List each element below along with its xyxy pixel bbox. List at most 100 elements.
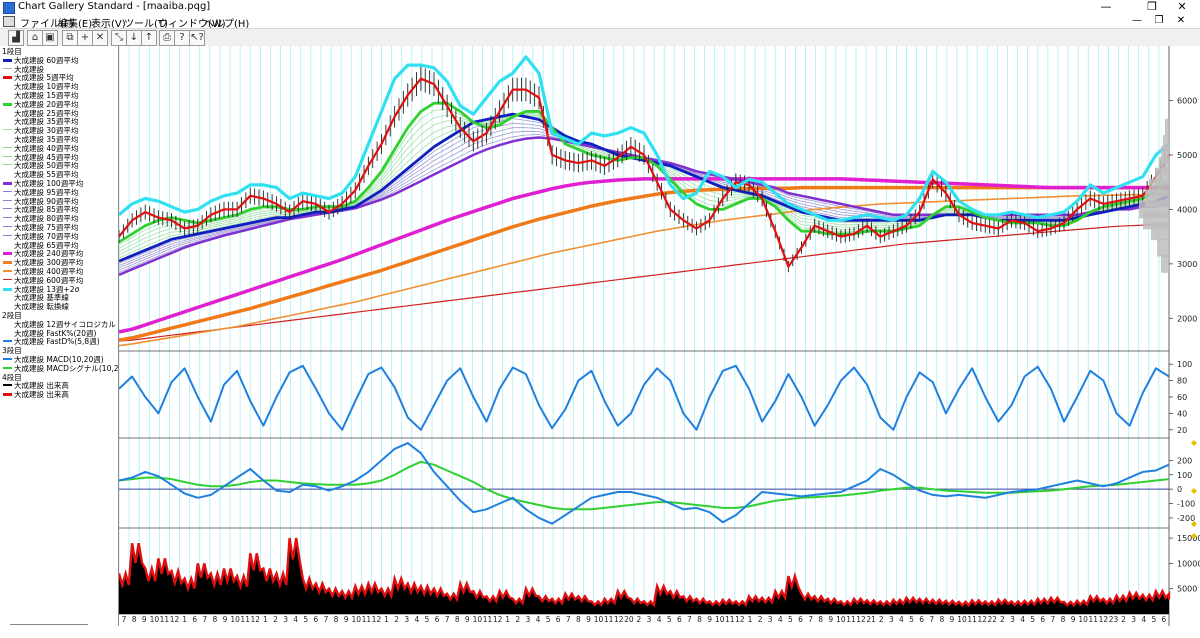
volume-profile-bar <box>1165 118 1169 137</box>
document-icon[interactable] <box>3 16 15 27</box>
legend-item[interactable]: 大成建設 基準線 <box>0 293 118 302</box>
legend-item[interactable]: 大成建設 40週平均 <box>0 144 118 153</box>
legend-swatch <box>3 146 12 148</box>
x-tick-label: 7 <box>445 615 450 624</box>
x-tick-label: 6 <box>192 615 197 624</box>
y-tick-label: 20 <box>1177 426 1187 435</box>
legend-swatch <box>3 393 12 397</box>
legend-item[interactable]: 大成建設 240週平均 <box>0 249 118 258</box>
chart-icon[interactable]: ▟ <box>8 30 24 46</box>
legend-swatch <box>3 217 12 219</box>
legend-label: 大成建設 FastD%(5,8週) <box>14 337 100 347</box>
x-tick-label: 20 <box>624 615 634 624</box>
legend-item[interactable]: 大成建設 出来高 <box>0 390 118 399</box>
legend-swatch <box>3 226 12 227</box>
legend-label: 大成建設 10週平均 <box>14 82 79 92</box>
legend-label: 大成建設 FastK%(20週) <box>14 328 97 338</box>
legend-scrollbar[interactable] <box>10 624 88 625</box>
legend-item[interactable]: 大成建設 100週平均 <box>0 179 118 188</box>
legend-item[interactable]: 大成建設 MACDシグナル(10,20 <box>0 364 118 373</box>
legend-label: 大成建設 13週+2σ <box>14 284 80 294</box>
legend-label: 2段目 <box>2 311 22 320</box>
legend-item[interactable]: 大成建設 90週平均 <box>0 197 118 206</box>
legend-item[interactable]: 大成建設 12週サイコロジカル <box>0 320 118 329</box>
legend-item[interactable]: 大成建設 45週平均 <box>0 153 118 162</box>
legend-label: 大成建設 65週平均 <box>14 240 79 250</box>
legend-item[interactable]: 大成建設 13週+2σ <box>0 285 118 294</box>
x-tick-label: 8 <box>697 615 702 624</box>
legend-item[interactable]: 大成建設 80週平均 <box>0 214 118 223</box>
legend-item[interactable]: 大成建設 30週平均 <box>0 126 118 135</box>
arrow-up-icon[interactable]: ↑ <box>141 30 157 46</box>
legend-label: 大成建設 60週平均 <box>14 55 79 65</box>
legend-item[interactable]: 大成建設 50週平均 <box>0 161 118 170</box>
legend-label: 大成建設 75週平均 <box>14 223 79 232</box>
legend-item[interactable]: 大成建設 FastD%(5,8週) <box>0 337 118 346</box>
x-tick-label: 11 <box>1089 615 1099 624</box>
legend-item[interactable]: 大成建設 25週平均 <box>0 109 118 118</box>
legend-item[interactable]: 大成建設 FastK%(20週) <box>0 329 118 338</box>
legend-label: 大成建設 30週平均 <box>14 126 79 136</box>
help-icon[interactable]: ? <box>174 30 190 46</box>
minimize-button[interactable]: — <box>1086 0 1126 14</box>
legend-item[interactable]: 大成建設 65週平均 <box>0 241 118 250</box>
x-tick-label: 3 <box>889 615 894 624</box>
legend-item[interactable]: 大成建設 出来高 <box>0 381 118 390</box>
x-tick-label: 3 <box>1010 615 1015 624</box>
legend-item[interactable]: 大成建設 400週平均 <box>0 267 118 276</box>
x-tick-label: 7 <box>808 615 813 624</box>
legend-item[interactable]: 大成建設 5週平均 <box>0 73 118 82</box>
chart-area[interactable]: 6000 5000 4000 3000 2000 100 80 60 40 20 200 100 0 -1… <box>119 46 1200 626</box>
y-tick-label: 40 <box>1177 409 1187 418</box>
x-tick-label: 10 <box>473 615 483 624</box>
x-tick-label: 1 <box>384 615 389 624</box>
x-tick-label: 5 <box>1030 615 1035 624</box>
save-icon[interactable]: ▣ <box>42 30 58 46</box>
legend-item[interactable]: 大成建設 15週平均 <box>0 91 118 100</box>
x-tick-label: 9 <box>465 615 470 624</box>
x-tick-label: 9 <box>707 615 712 624</box>
legend-panel: 1段目 大成建設 60週平均 大成建設 大成建設 5週平均 大成建設 10週平均 大成建設… <box>0 46 119 626</box>
legend-item[interactable]: 大成建設 MACD(10,20週) <box>0 355 118 364</box>
x-tick-label: 10 <box>957 615 967 624</box>
context-help-icon[interactable]: ↖? <box>189 30 205 46</box>
x-tick-label: 2 <box>394 615 399 624</box>
legend-item[interactable]: 大成建設 75週平均 <box>0 223 118 232</box>
x-tick-label: 12 <box>735 615 745 624</box>
legend-item[interactable]: 大成建設 95週平均 <box>0 188 118 197</box>
close-button[interactable]: ✕ <box>1162 0 1200 14</box>
inner-close-button[interactable]: ✕ <box>1168 14 1194 28</box>
legend-item[interactable]: 大成建設 85週平均 <box>0 205 118 214</box>
legend-label: 大成建設 100週平均 <box>14 179 84 188</box>
crosshair-icon[interactable]: + <box>77 30 93 46</box>
copy-chart-icon[interactable]: ⧉ <box>62 30 78 46</box>
open-folder-icon[interactable]: ⌂ <box>27 30 43 46</box>
legend-item[interactable]: 大成建設 600週平均 <box>0 276 118 285</box>
x-tick-label: 4 <box>414 615 419 624</box>
legend-item[interactable]: 大成建設 <box>0 65 118 74</box>
legend-item[interactable]: 大成建設 35週平均 <box>0 117 118 126</box>
x-tick-label: 8 <box>818 615 823 624</box>
legend-label: 大成建設 35週平均 <box>14 135 79 144</box>
print-icon[interactable]: ⎙ <box>159 30 175 46</box>
legend-item[interactable]: 大成建設 70週平均 <box>0 232 118 241</box>
x-tick-label: 11 <box>483 615 493 624</box>
legend-item[interactable]: 大成建設 転換線 <box>0 302 118 311</box>
x-tick-label: 5 <box>303 615 308 624</box>
delete-icon[interactable]: ✕ <box>92 30 108 46</box>
legend-label: 大成建設 基準線 <box>14 293 69 303</box>
legend-item[interactable]: 大成建設 20週平均 <box>0 100 118 109</box>
legend-item[interactable]: 大成建設 60週平均 <box>0 56 118 65</box>
legend-section-header: 2段目 <box>0 311 118 320</box>
legend-swatch <box>3 58 12 62</box>
zoom-icon[interactable]: ⤡ <box>111 30 127 46</box>
legend-item[interactable]: 大成建設 35週平均 <box>0 135 118 144</box>
legend-label: 大成建設 90週平均 <box>14 196 79 206</box>
x-tick-label: 6 <box>798 615 803 624</box>
arrow-down-icon[interactable]: ↓ <box>126 30 142 46</box>
title-bar: Chart Gallery Standard - [maaiba.pqg] — … <box>0 0 1200 14</box>
legend-item[interactable]: 大成建設 10週平均 <box>0 82 118 91</box>
legend-item[interactable]: 大成建設 300週平均 <box>0 258 118 267</box>
legend-item[interactable]: 大成建設 55週平均 <box>0 170 118 179</box>
x-tick-label: 9 <box>344 615 349 624</box>
